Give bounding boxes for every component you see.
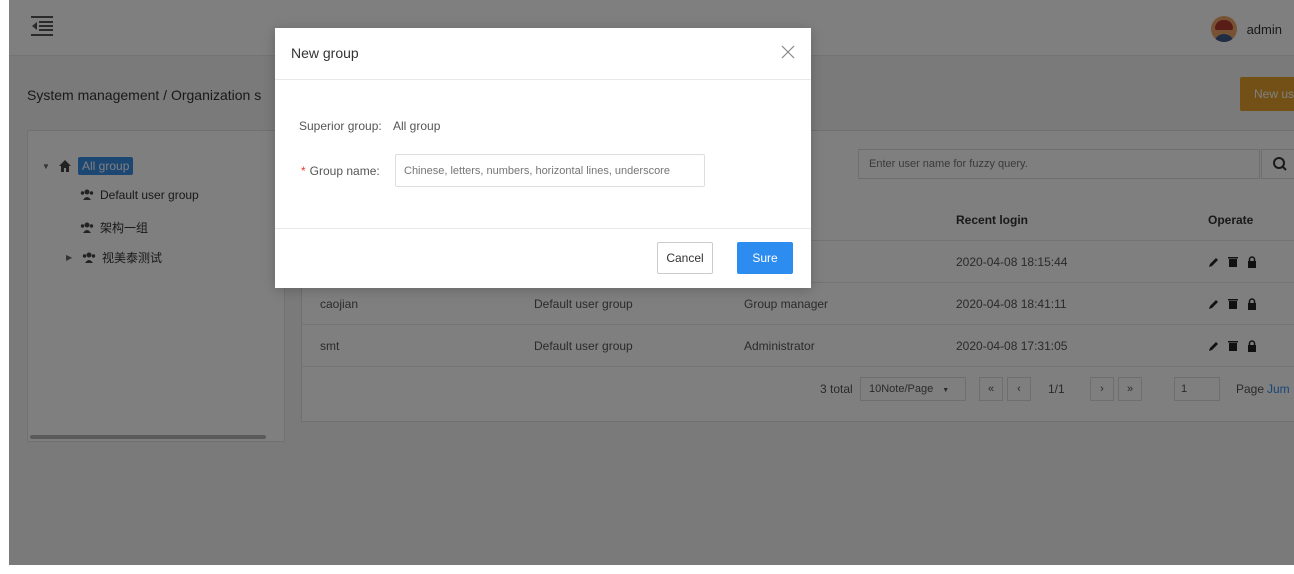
superior-group-value: All group [393,119,441,133]
new-group-dialog: New group Superior group: All group * Gro… [275,28,811,288]
sure-button[interactable]: Sure [737,242,793,274]
group-name-label: * Group name: [301,164,380,178]
group-name-label-text: Group name: [309,164,380,178]
dialog-footer: Cancel Sure [275,228,811,288]
group-name-input[interactable] [395,154,705,187]
dialog-header: New group [275,28,811,80]
required-mark: * [301,164,306,178]
superior-group-label: Superior group: [299,119,382,133]
cancel-button[interactable]: Cancel [657,242,713,274]
close-icon[interactable] [781,45,795,59]
dialog-title: New group [291,45,359,61]
